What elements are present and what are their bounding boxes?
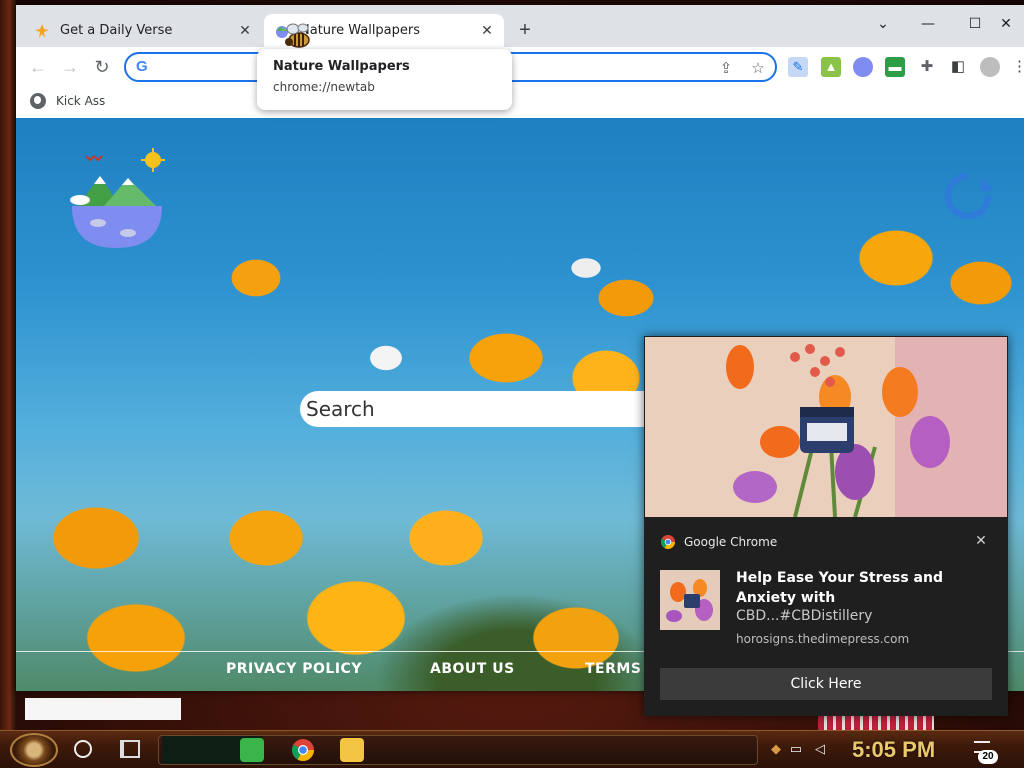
tab-close-button[interactable]: ✕: [234, 23, 256, 39]
tab-search-button[interactable]: ⌄: [863, 11, 903, 37]
extensions-puzzle-icon[interactable]: ✚: [917, 57, 937, 77]
notification-count-badge: 20: [978, 750, 998, 764]
globe-icon: [30, 93, 46, 109]
extension-notes-icon[interactable]: ✎: [788, 57, 808, 77]
close-window-button[interactable]: ✕: [991, 11, 1021, 37]
side-panel-icon[interactable]: ◧: [948, 57, 968, 77]
hover-card-url: chrome://newtab: [273, 80, 375, 94]
bookmark-label: Kick Ass: [56, 94, 106, 108]
share-icon[interactable]: ⇪: [716, 59, 736, 79]
volume-muted-icon[interactable]: ◁: [812, 741, 828, 757]
tray-overflow-icon[interactable]: ◆: [768, 741, 784, 757]
desktop-widget: [25, 698, 181, 720]
bookmark-kick-ass[interactable]: Kick Ass: [30, 93, 105, 109]
notes-app-icon[interactable]: [240, 738, 264, 762]
chrome-notification[interactable]: Google Chrome ✕ Help Ease Your Stress an…: [644, 336, 1008, 716]
nature-wallpapers-logo[interactable]: [68, 148, 168, 253]
menu-kebab-icon[interactable]: ⋮: [1012, 57, 1024, 77]
notification-close-button[interactable]: ✕: [972, 532, 990, 550]
tab-strip: Get a Daily Verse ✕ Nature Wallpapers ✕ …: [16, 5, 1024, 47]
refresh-wallpaper-icon[interactable]: [942, 170, 994, 222]
cortana-search-icon[interactable]: [74, 740, 92, 758]
notification-hero-image: [645, 337, 1007, 517]
task-view-icon[interactable]: [120, 740, 140, 758]
extension-lock-icon[interactable]: ▲: [821, 57, 841, 77]
bookmarks-bar: Kick Ass: [16, 87, 1024, 118]
notification-site: horosigns.thedimepress.com: [736, 632, 910, 646]
extension-green-icon[interactable]: ▬: [885, 57, 905, 77]
start-button[interactable]: [10, 733, 58, 767]
footer-link-about[interactable]: ABOUT US: [430, 661, 515, 677]
forward-button[interactable]: →: [58, 55, 82, 79]
tab-daily-verse[interactable]: Get a Daily Verse ✕: [24, 14, 262, 47]
reload-button[interactable]: ↻: [90, 55, 114, 79]
notification-app-name: Google Chrome: [684, 535, 778, 549]
notification-thumbnail: [660, 570, 720, 630]
tab-close-button[interactable]: ✕: [476, 23, 498, 39]
desktop-wallpaper-edge: [0, 0, 16, 730]
minimize-button[interactable]: —: [908, 11, 948, 37]
bee-cursor-icon: [285, 23, 310, 48]
tab-hover-card: Nature Wallpapers chrome://newtab: [257, 49, 512, 110]
action-center-icon[interactable]: 20: [972, 738, 998, 764]
bookmark-star-icon[interactable]: ☆: [748, 59, 768, 79]
clock[interactable]: 5:05 PM: [852, 737, 935, 763]
profile-avatar-icon[interactable]: [980, 57, 1000, 77]
file-explorer-icon[interactable]: [340, 738, 364, 762]
desktop-sign-graphic: [818, 714, 934, 730]
notification-app: Google Chrome: [660, 534, 777, 550]
star-burst-icon: [35, 23, 49, 38]
tab-title: Nature Wallpapers: [300, 23, 421, 38]
new-tab-button[interactable]: +: [513, 19, 537, 43]
extension-nature-icon[interactable]: [853, 57, 873, 77]
back-button[interactable]: ←: [26, 55, 50, 79]
hover-card-title: Nature Wallpapers: [273, 59, 410, 74]
maximize-button[interactable]: ☐: [955, 11, 995, 37]
footer-link-privacy[interactable]: PRIVACY POLICY: [226, 661, 362, 677]
taskbar: ◆ ▭ ◁ 5:05 PM 20: [0, 730, 1024, 768]
chrome-taskbar-icon[interactable]: [291, 738, 315, 762]
chrome-logo-icon: [660, 535, 675, 549]
network-icon[interactable]: ▭: [788, 741, 804, 757]
notification-title: Help Ease Your Stress and Anxiety with: [736, 570, 943, 606]
notification-body: CBD...#CBDistillery: [736, 608, 873, 624]
tab-title: Get a Daily Verse: [60, 23, 173, 38]
notification-action-button[interactable]: Click Here: [660, 668, 992, 700]
google-g-icon: G: [136, 58, 148, 75]
toolbar: ← → ↻ G ⇪ ☆ ✎ ▲ ▬ ✚ ◧ ⋮: [16, 47, 1024, 87]
